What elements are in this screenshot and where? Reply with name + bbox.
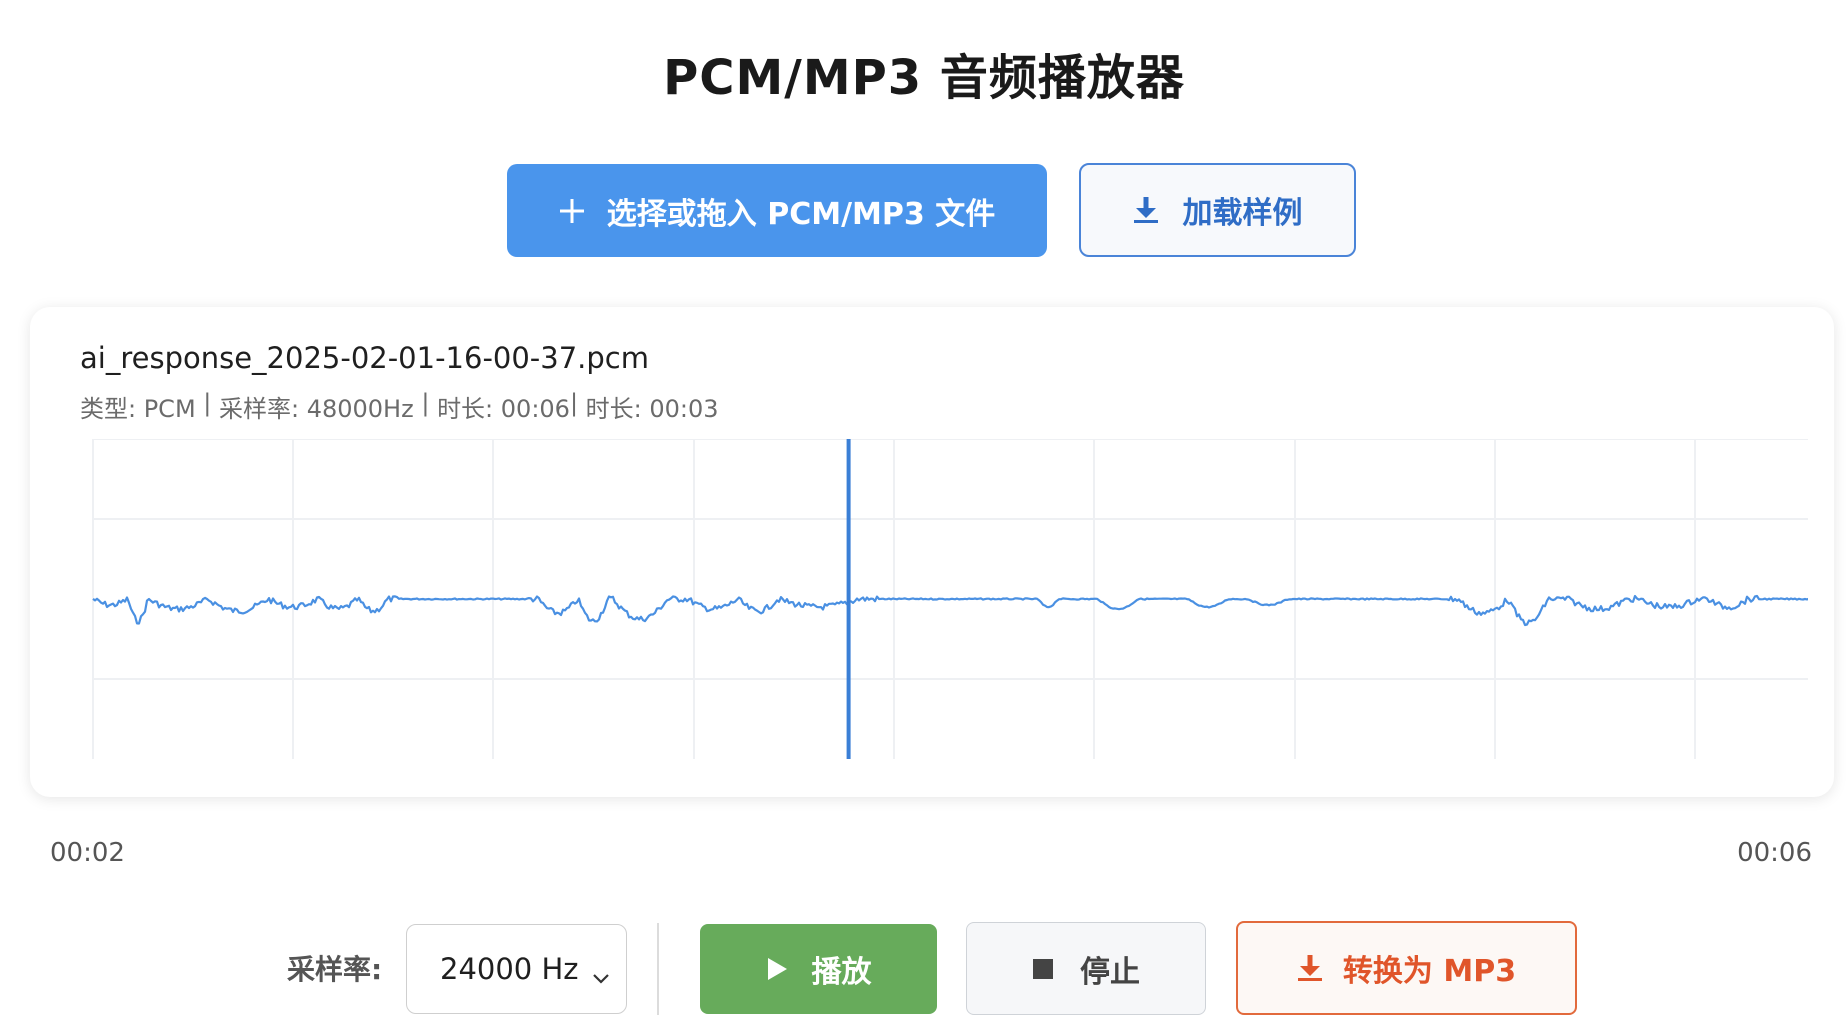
convert-mp3-label: 转换为 MP3 bbox=[1342, 954, 1517, 989]
load-sample-label: 加载样例 bbox=[1182, 196, 1303, 231]
file-name: ai_response_2025-02-01-16-00-37.pcm bbox=[80, 341, 649, 375]
download-icon bbox=[1133, 196, 1159, 224]
stop-label: 停止 bbox=[1080, 954, 1140, 990]
select-file-button[interactable]: 选择或拖入 PCM/MP3 文件 bbox=[507, 164, 1047, 257]
play-button[interactable]: 播放 bbox=[700, 924, 937, 1014]
time-start: 00:02 bbox=[50, 838, 125, 868]
page-title: PCM/MP3 音频播放器 bbox=[663, 50, 1185, 106]
load-sample-button[interactable]: 加载样例 bbox=[1079, 163, 1356, 257]
stop-button[interactable]: 停止 bbox=[966, 922, 1206, 1015]
convert-mp3-button[interactable]: 转换为 MP3 bbox=[1236, 921, 1577, 1015]
select-file-label: 选择或拖入 PCM/MP3 文件 bbox=[606, 196, 996, 232]
waveform-line bbox=[92, 594, 1808, 627]
waveform-card: ai_response_2025-02-01-16-00-37.pcm 类型: … bbox=[30, 307, 1834, 797]
time-end: 00:06 bbox=[1737, 838, 1812, 868]
stop-icon bbox=[1032, 958, 1054, 980]
download-icon bbox=[1297, 954, 1323, 982]
play-label: 播放 bbox=[811, 955, 872, 990]
file-duration: 时长: 00:06 bbox=[437, 395, 570, 423]
sample-rate-select[interactable]: 24000 Hz bbox=[406, 924, 627, 1014]
sample-rate-label: 采样率: bbox=[287, 953, 383, 986]
file-sample-rate: 采样率: 48000Hz bbox=[219, 395, 414, 423]
app-root: PCM/MP3 音频播放器 选择或拖入 PCM/MP3 文件 加载样例 ai_r… bbox=[0, 0, 1848, 1036]
plus-icon bbox=[559, 198, 585, 224]
waveform-canvas[interactable] bbox=[58, 439, 1808, 769]
chevron-down-icon bbox=[592, 958, 610, 992]
file-type: 类型: PCM bbox=[80, 395, 196, 423]
controls-divider bbox=[657, 923, 659, 1015]
file-duration-secondary: 时长: 00:03 bbox=[585, 395, 719, 423]
play-icon bbox=[766, 957, 788, 981]
playhead[interactable] bbox=[846, 439, 851, 759]
sample-rate-value: 24000 Hz bbox=[440, 952, 579, 986]
file-meta: 类型: PCM | 采样率: 48000Hz | 时长: 00:06 | 时长:… bbox=[80, 389, 719, 423]
